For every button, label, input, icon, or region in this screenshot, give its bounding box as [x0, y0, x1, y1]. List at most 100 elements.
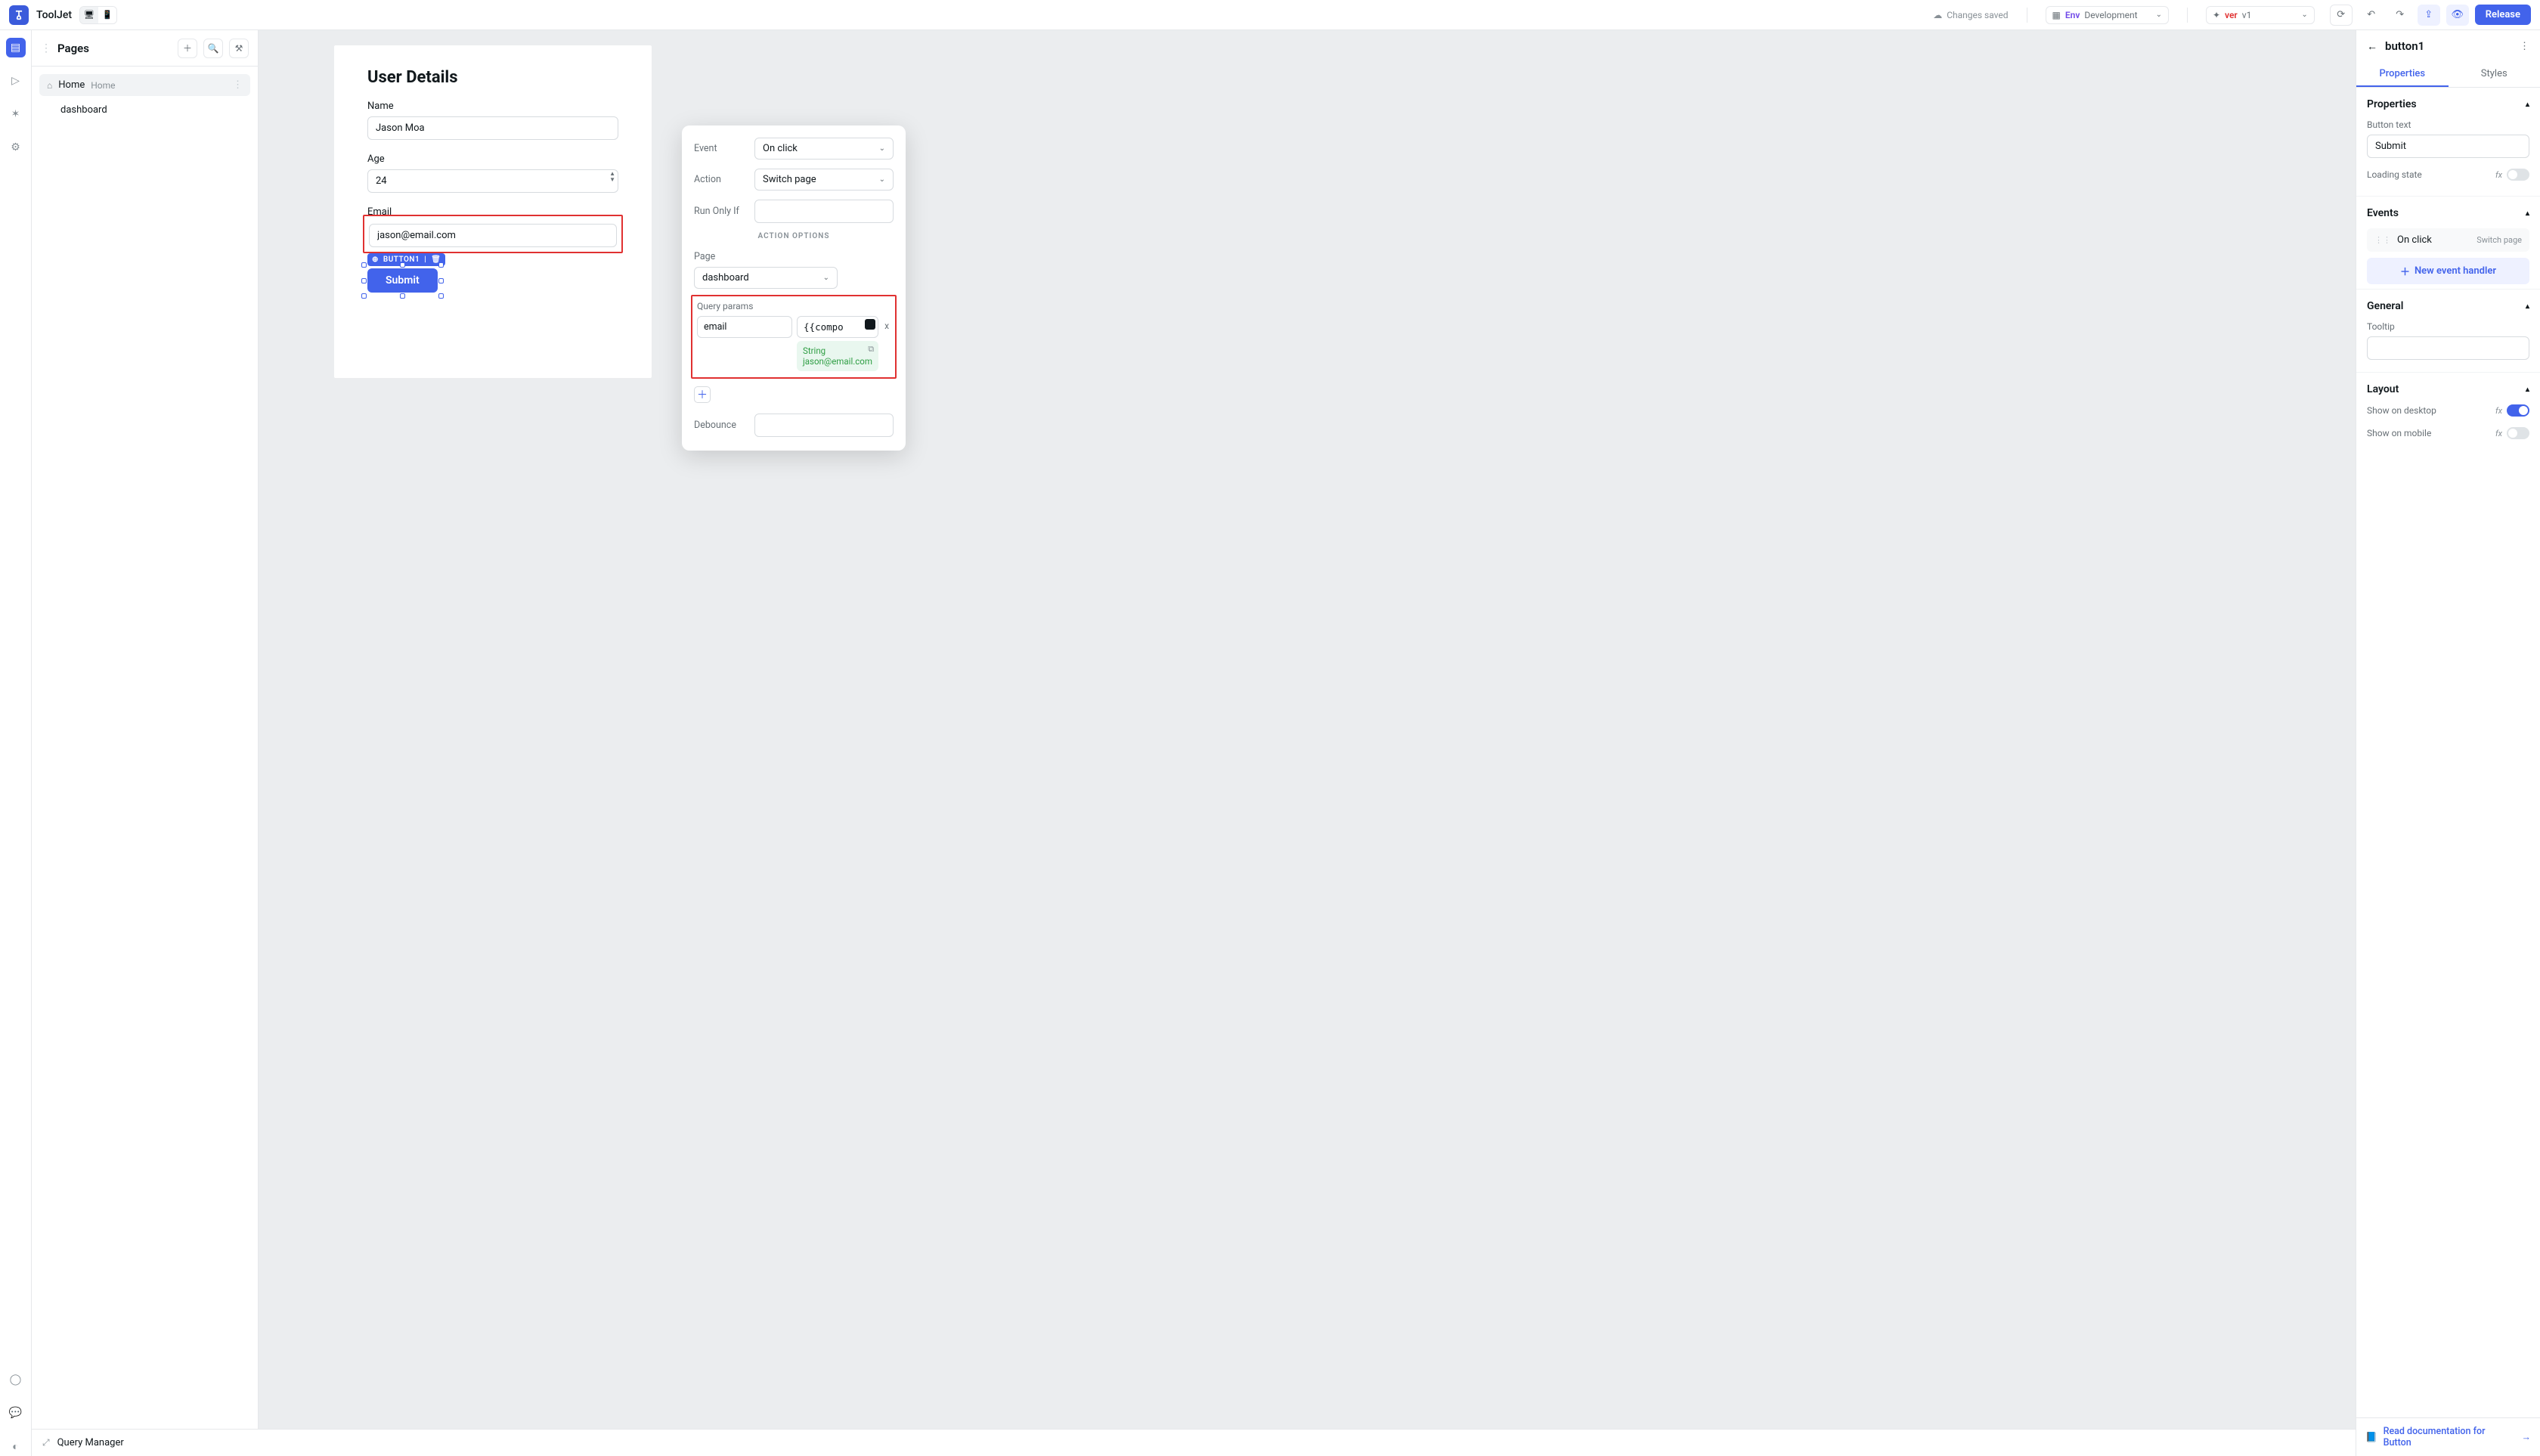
loading-state-toggle[interactable]: [2507, 169, 2529, 181]
inspector-panel: ← button1 ⋮ Properties Styles Properties…: [2356, 30, 2540, 1456]
tab-properties[interactable]: Properties: [2356, 60, 2449, 87]
search-page-button[interactable]: 🔍: [203, 39, 223, 58]
page-field-label: Page: [694, 251, 747, 262]
collapse-icon[interactable]: ▴: [2526, 386, 2529, 394]
runonlyif-input[interactable]: [754, 200, 894, 223]
action-options-divider: ACTION OPTIONS: [694, 232, 894, 240]
more-menu-icon[interactable]: ⋮: [2520, 41, 2529, 52]
env-tag: Env: [2065, 10, 2080, 20]
event-field-label: Event: [694, 143, 747, 154]
param-key-input[interactable]: [697, 316, 792, 338]
version-selector[interactable]: ✦ ver v1 ⌄: [2206, 6, 2315, 24]
add-param-button[interactable]: ＋: [694, 386, 711, 403]
undo-button[interactable]: ↶: [2360, 5, 2383, 26]
name-input[interactable]: [367, 116, 618, 140]
book-icon: 📘: [2365, 1432, 2377, 1443]
section-general-title: General: [2367, 300, 2403, 312]
new-event-handler-button[interactable]: ＋ New event handler: [2367, 258, 2529, 284]
show-desktop-label: Show on desktop: [2367, 405, 2436, 416]
tab-styles[interactable]: Styles: [2449, 60, 2540, 87]
canvas-area[interactable]: User Details Name Age ▲▼ Email: [259, 30, 2356, 1456]
age-input[interactable]: [367, 169, 618, 193]
page-label: dashboard: [60, 104, 107, 116]
arrow-right-icon: →: [2522, 1432, 2532, 1443]
back-button[interactable]: ←: [2367, 40, 2377, 53]
event-action: Switch page: [2476, 235, 2522, 245]
page-select-value: dashboard: [702, 272, 749, 283]
desktop-icon[interactable]: 🖥: [80, 7, 98, 23]
event-handler-row[interactable]: ⋮⋮ On click Switch page: [2367, 228, 2529, 252]
release-button[interactable]: Release: [2475, 5, 2531, 25]
preview-button[interactable]: 👁: [2446, 5, 2469, 26]
expand-icon[interactable]: ⤢: [42, 1437, 50, 1448]
tooltip-input[interactable]: [2367, 336, 2529, 360]
runonlyif-label: Run Only If: [694, 206, 747, 217]
page-more-icon[interactable]: ⋮: [233, 79, 243, 91]
rail-settings-icon[interactable]: ⚙: [6, 138, 26, 157]
page-select[interactable]: dashboard ⌄: [694, 267, 838, 289]
copy-icon[interactable]: ⧉: [868, 344, 874, 355]
documentation-link[interactable]: 📘 Read documentation for Button →: [2356, 1417, 2540, 1456]
fx-icon[interactable]: fx: [2495, 429, 2502, 438]
app-canvas: User Details Name Age ▲▼ Email: [334, 45, 652, 378]
rail-debug-icon[interactable]: ✶: [6, 104, 26, 124]
rail-pages-icon[interactable]: ▤: [6, 38, 26, 57]
action-select-value: Switch page: [763, 174, 816, 185]
event-select-value: On click: [763, 143, 798, 154]
action-select[interactable]: Switch page ⌄: [754, 169, 894, 191]
left-rail: ▤ ▷ ✶ ⚙ ◯ 💬 ◐: [0, 30, 32, 1456]
refresh-button[interactable]: ⟳: [2330, 5, 2353, 26]
debounce-input[interactable]: [754, 414, 894, 437]
rail-inspect-icon[interactable]: ▷: [6, 71, 26, 91]
hint-value: jason@email.com: [803, 356, 872, 367]
show-desktop-toggle[interactable]: [2507, 404, 2529, 417]
fx-code-icon[interactable]: [865, 319, 875, 330]
remove-param-button[interactable]: x: [883, 316, 891, 336]
selection-chip[interactable]: ⊕ BUTTON1 | 🗑: [367, 253, 445, 266]
debounce-label: Debounce: [694, 420, 747, 431]
email-highlight-annotation: [363, 215, 623, 253]
rail-theme-icon[interactable]: ◐: [6, 1436, 26, 1456]
page-item-home[interactable]: ⌂ Home Home ⋮: [39, 74, 250, 96]
mobile-icon[interactable]: 📱: [98, 7, 116, 23]
page-handle: Home: [91, 80, 115, 91]
pages-panel: ⋮ Pages ＋ 🔍 ⚒ ⌂ Home Home ⋮ dashboard: [32, 30, 259, 1456]
event-select[interactable]: On click ⌄: [754, 138, 894, 160]
query-manager-bar[interactable]: ⤢ Query Manager: [32, 1429, 2356, 1456]
drag-handle-icon[interactable]: ⋮⋮: [2374, 235, 2391, 245]
env-icon: ▦: [2052, 10, 2061, 20]
selected-component[interactable]: ⊕ BUTTON1 | 🗑 Submit: [367, 268, 438, 293]
component-name[interactable]: button1: [2385, 39, 2512, 53]
collapse-icon[interactable]: ▴: [2526, 302, 2529, 311]
brand-logo: [9, 5, 29, 25]
page-item-dashboard[interactable]: dashboard: [39, 99, 250, 121]
query-params-highlight-annotation: Query params ⧉ String jason@email.com: [691, 295, 897, 379]
new-handler-label: New event handler: [2415, 265, 2496, 277]
collapse-icon[interactable]: ▴: [2526, 209, 2529, 218]
number-stepper[interactable]: ▲▼: [609, 171, 615, 183]
brand-name: ToolJet: [36, 9, 72, 21]
collapse-icon[interactable]: ▴: [2526, 101, 2529, 109]
add-page-button[interactable]: ＋: [178, 39, 197, 58]
button-text-label: Button text: [2367, 119, 2529, 130]
rail-help-icon[interactable]: ◯: [6, 1370, 26, 1389]
page-settings-button[interactable]: ⚒: [229, 39, 249, 58]
documentation-label: Read documentation for Button: [2384, 1426, 2516, 1448]
show-mobile-toggle[interactable]: [2507, 427, 2529, 439]
device-toggle[interactable]: 🖥 📱: [79, 6, 117, 24]
topbar: ToolJet 🖥 📱 ☁ Changes saved ▦ Env Develo…: [0, 0, 2540, 30]
share-button[interactable]: ⇪: [2418, 5, 2440, 26]
fx-icon[interactable]: fx: [2495, 170, 2502, 180]
page-label: Home: [58, 79, 85, 91]
selection-chip-label: BUTTON1: [383, 256, 420, 264]
redo-button[interactable]: ↷: [2389, 5, 2411, 26]
env-selector[interactable]: ▦ Env Development ⌄: [2046, 6, 2169, 24]
button-text-input[interactable]: [2367, 135, 2529, 158]
email-input[interactable]: [369, 224, 617, 247]
rail-comment-icon[interactable]: 💬: [6, 1403, 26, 1423]
submit-button[interactable]: Submit: [367, 268, 438, 293]
trash-icon[interactable]: 🗑: [431, 256, 441, 264]
drag-handle-icon[interactable]: ⋮: [41, 42, 51, 54]
fx-icon[interactable]: fx: [2495, 406, 2502, 416]
name-label: Name: [367, 101, 618, 112]
